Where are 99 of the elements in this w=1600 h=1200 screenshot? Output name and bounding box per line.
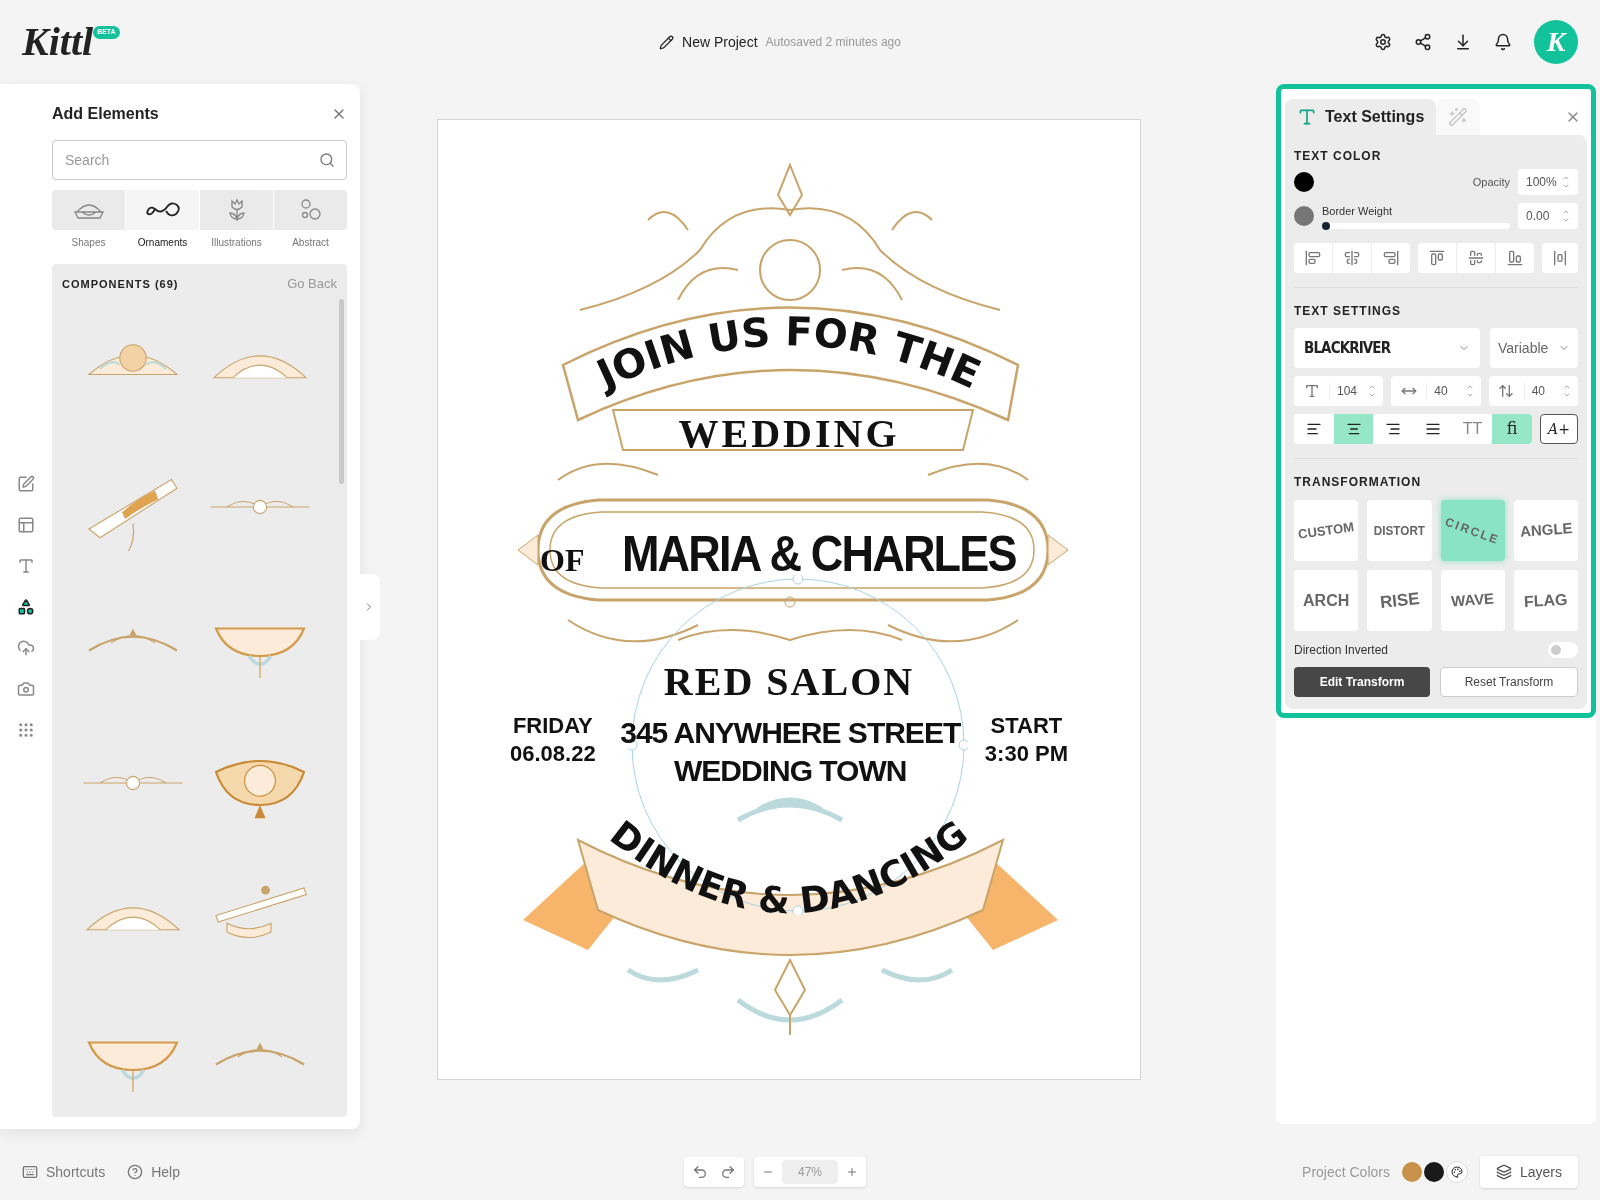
town-text: WEDDING TOWN bbox=[674, 752, 907, 789]
download-icon[interactable] bbox=[1454, 33, 1472, 51]
direction-toggle[interactable] bbox=[1548, 642, 1578, 658]
street-text: 345 ANYWHERE STREET bbox=[620, 715, 961, 751]
edit-icon[interactable] bbox=[17, 474, 35, 493]
effects-icon bbox=[1448, 107, 1469, 127]
reset-transform-button[interactable]: Reset Transform bbox=[1440, 667, 1578, 697]
scrollbar[interactable] bbox=[339, 299, 344, 484]
project-colors-label: Project Colors bbox=[1302, 1162, 1390, 1182]
align-top-icon bbox=[1429, 250, 1445, 266]
pencil-icon[interactable] bbox=[659, 34, 675, 50]
align-middle-icon bbox=[1468, 250, 1484, 266]
category-label[interactable]: Illustrations bbox=[211, 235, 262, 250]
shapes-icon[interactable] bbox=[17, 597, 35, 616]
transform-option[interactable]: WAVE bbox=[1440, 570, 1505, 631]
search-field[interactable]: Search bbox=[52, 140, 347, 180]
category-tab[interactable] bbox=[126, 190, 199, 230]
of-text: OF bbox=[540, 541, 585, 580]
palette-icon[interactable] bbox=[1450, 1166, 1463, 1178]
layout-icon[interactable] bbox=[17, 515, 35, 534]
border-weight-label: Border Weight bbox=[1322, 204, 1394, 220]
text-align-button[interactable] bbox=[1333, 414, 1374, 444]
shortcuts-link[interactable]: Shortcuts bbox=[46, 1161, 106, 1183]
logo[interactable]: Kittl bbox=[22, 22, 94, 62]
day-text: FRIDAY bbox=[512, 712, 593, 740]
transform-option[interactable]: ANGLE bbox=[1513, 500, 1578, 561]
camera-icon[interactable] bbox=[17, 679, 35, 698]
align-bottom-icon bbox=[1507, 250, 1523, 266]
stepper-icon[interactable] bbox=[1563, 383, 1571, 399]
category-label[interactable]: Ornaments bbox=[137, 235, 188, 250]
border-weight-field[interactable]: 0.00 bbox=[1518, 203, 1578, 229]
transform-option[interactable]: ARCH bbox=[1294, 570, 1359, 631]
section-heading: TEXT SETTINGS bbox=[1294, 303, 1402, 320]
components-heading: COMPONENTS (69) bbox=[62, 276, 179, 292]
upload-icon[interactable] bbox=[17, 638, 35, 657]
slider-thumb[interactable] bbox=[1322, 221, 1330, 230]
font-variant-select[interactable]: Variable bbox=[1490, 328, 1578, 368]
stepper-icon[interactable] bbox=[1465, 383, 1474, 399]
ligatures-button[interactable]: ﬁ bbox=[1492, 414, 1532, 444]
redo-icon[interactable] bbox=[720, 1164, 736, 1180]
start-label: START bbox=[990, 712, 1063, 740]
text-icon bbox=[1297, 107, 1317, 127]
line-height-icon bbox=[1498, 383, 1515, 399]
keyboard-icon[interactable] bbox=[22, 1164, 38, 1180]
color-swatch[interactable] bbox=[1401, 1162, 1422, 1182]
align-right-icon bbox=[1383, 250, 1399, 266]
font-select[interactable]: BLACKRIVER bbox=[1294, 328, 1480, 368]
headline-text: JOIN US FOR THE bbox=[590, 308, 988, 398]
names-text: MARIA & CHARLES bbox=[622, 529, 1017, 579]
align-left-icon bbox=[1305, 421, 1322, 437]
text-settings-tab[interactable]: Text Settings bbox=[1285, 99, 1437, 135]
stepper-icon[interactable] bbox=[1562, 174, 1570, 190]
layers-icon bbox=[1495, 1164, 1512, 1180]
category-label[interactable]: Abstract bbox=[292, 235, 329, 250]
autosave-status: Autosaved 2 minutes ago bbox=[765, 34, 901, 51]
section-heading: TRANSFORMATION bbox=[1294, 474, 1423, 491]
circles-icon bbox=[298, 198, 323, 222]
align-center-icon bbox=[1344, 250, 1360, 266]
transform-option[interactable]: FLAG bbox=[1513, 570, 1578, 631]
text-effects-button[interactable]: A+ bbox=[1540, 414, 1578, 444]
help-link[interactable]: Help bbox=[151, 1161, 180, 1183]
venue-text: RED SALON bbox=[663, 662, 915, 702]
color-swatch[interactable] bbox=[1423, 1162, 1444, 1182]
align-center-icon bbox=[1345, 421, 1362, 437]
settings-icon[interactable] bbox=[1374, 33, 1392, 51]
align-right-icon bbox=[1385, 421, 1402, 437]
font-size-icon bbox=[1303, 383, 1320, 399]
help-icon[interactable] bbox=[127, 1164, 144, 1180]
transform-option[interactable]: CUSTOM bbox=[1294, 500, 1359, 561]
uppercase-button[interactable]: TT bbox=[1452, 414, 1493, 444]
share-icon[interactable] bbox=[1414, 33, 1432, 51]
date-text: 06.08.22 bbox=[510, 739, 596, 767]
distribute-icon bbox=[1552, 250, 1568, 266]
border-color-swatch[interactable] bbox=[1294, 206, 1314, 226]
direction-label: Direction Inverted bbox=[1294, 642, 1389, 659]
category-label[interactable]: Shapes bbox=[71, 235, 106, 250]
zoom-in-icon[interactable] bbox=[846, 1166, 858, 1178]
undo-icon[interactable] bbox=[692, 1164, 708, 1180]
project-title[interactable]: New Project bbox=[682, 31, 758, 53]
grid-icon[interactable] bbox=[17, 720, 35, 739]
start-time: 3:30 PM bbox=[984, 739, 1068, 767]
fill-color-swatch[interactable] bbox=[1294, 172, 1314, 192]
edit-transform-button[interactable]: Edit Transform bbox=[1294, 667, 1430, 697]
stepper-icon[interactable] bbox=[1368, 383, 1377, 399]
opacity-label: Opacity bbox=[1472, 174, 1510, 190]
layers-button[interactable]: Layers bbox=[1479, 1156, 1578, 1188]
border-weight-slider[interactable] bbox=[1322, 222, 1510, 229]
transform-option[interactable]: RISE bbox=[1367, 570, 1432, 631]
section-heading: TEXT COLOR bbox=[1294, 148, 1383, 165]
transform-option[interactable]: DISTORT bbox=[1367, 500, 1432, 561]
title-text: WEDDING bbox=[678, 414, 900, 454]
opacity-field[interactable]: 100% bbox=[1518, 169, 1578, 195]
text-icon[interactable] bbox=[17, 556, 35, 575]
align-left-icon bbox=[1305, 250, 1321, 266]
panel-title: Add Elements bbox=[52, 104, 159, 124]
search-icon[interactable] bbox=[319, 152, 335, 168]
align-justify-icon bbox=[1424, 421, 1441, 437]
stepper-icon[interactable] bbox=[1562, 208, 1570, 224]
notifications-icon[interactable] bbox=[1494, 33, 1512, 51]
